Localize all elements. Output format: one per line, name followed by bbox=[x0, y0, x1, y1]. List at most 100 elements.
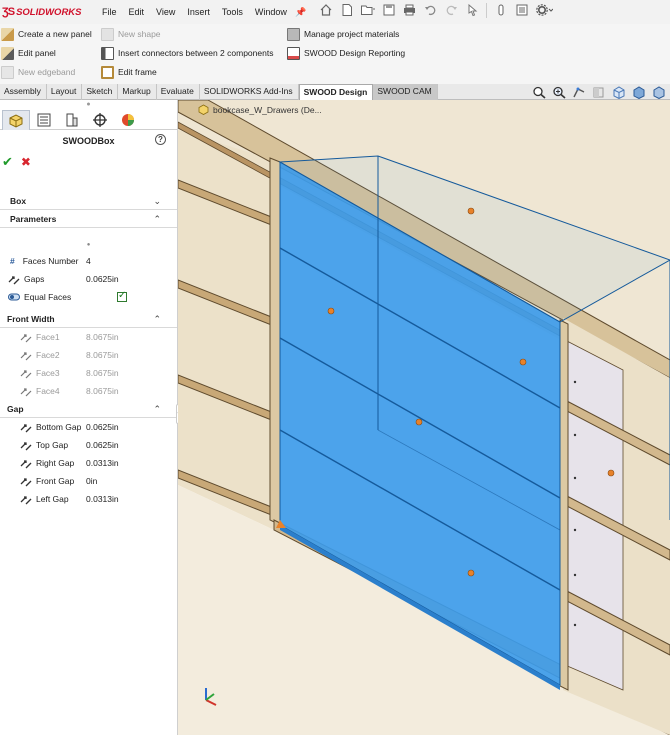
chevron-down-icon: ⌄ bbox=[153, 196, 161, 206]
select-icon[interactable] bbox=[465, 3, 480, 18]
cancel-x-icon[interactable]: ✖ bbox=[21, 155, 31, 169]
tab-swood-cam[interactable]: SWOOD CAM bbox=[373, 84, 438, 100]
graphics-area[interactable]: bookcase_W_Drawers (De... bbox=[178, 100, 670, 735]
tab-markup[interactable]: Markup bbox=[118, 84, 157, 100]
new-edgeband-button[interactable]: New edgeband bbox=[1, 63, 75, 81]
section-view-icon[interactable] bbox=[592, 86, 606, 99]
top-gap-value[interactable]: 0.0625in bbox=[86, 440, 119, 450]
property-manager-panel: ● SWOODBox ? ✔ ✖ Box ⌄ Parameters ⌃ ● # … bbox=[0, 100, 178, 735]
menu-insert[interactable]: Insert bbox=[181, 7, 216, 17]
file-properties-icon[interactable] bbox=[514, 3, 529, 18]
zoom-to-fit-icon[interactable] bbox=[532, 86, 546, 99]
front-width-section-header[interactable]: Front Width ⌃ bbox=[0, 310, 177, 328]
faces-number-value[interactable]: 4 bbox=[86, 256, 91, 266]
solidworks-logo[interactable]: ƷS SOLIDWORKS bbox=[0, 6, 96, 18]
heads-up-view-toolbar bbox=[532, 86, 666, 100]
tab-layout[interactable]: Layout bbox=[47, 84, 83, 100]
previous-view-icon[interactable] bbox=[572, 86, 586, 99]
chevron-up-icon: ⌃ bbox=[153, 314, 161, 324]
design-reporting-label: SWOOD Design Reporting bbox=[304, 48, 406, 58]
dimxpert-manager-tab[interactable] bbox=[86, 110, 114, 130]
gap-section-label: Gap bbox=[7, 403, 24, 414]
options-gear-icon[interactable] bbox=[535, 3, 554, 18]
face3-value[interactable]: 8.0675in bbox=[86, 368, 119, 378]
property-manager-tab[interactable] bbox=[30, 110, 58, 130]
menu-window[interactable]: Window bbox=[249, 7, 293, 17]
rebuild-icon[interactable] bbox=[493, 3, 508, 18]
ds-logo-icon: ƷS bbox=[2, 6, 15, 18]
manage-materials-button[interactable]: Manage project materials bbox=[287, 25, 399, 43]
edit-frame-button[interactable]: Edit frame bbox=[101, 63, 157, 81]
gap-dimension-icon bbox=[20, 475, 32, 487]
ok-cancel-bar: ✔ ✖ bbox=[0, 152, 177, 172]
bottom-gap-value[interactable]: 0.0625in bbox=[86, 422, 119, 432]
new-shape-label: New shape bbox=[118, 29, 161, 39]
gaps-row: Gaps 0.0625in bbox=[0, 270, 177, 288]
face-dimension-icon bbox=[20, 367, 32, 379]
equal-faces-checkbox[interactable] bbox=[117, 290, 127, 302]
configuration-manager-tab[interactable] bbox=[58, 110, 86, 130]
front-width-section-label: Front Width bbox=[7, 313, 55, 324]
front-gap-label: Front Gap bbox=[36, 476, 75, 486]
equal-faces-row: Equal Faces bbox=[0, 288, 177, 306]
insert-connectors-label: Insert connectors between 2 components bbox=[118, 48, 274, 58]
menu-tools[interactable]: Tools bbox=[216, 7, 249, 17]
design-reporting-button[interactable]: SWOOD Design Reporting bbox=[287, 44, 405, 62]
menu-edit[interactable]: Edit bbox=[123, 7, 151, 17]
front-gap-value[interactable]: 0in bbox=[86, 476, 97, 486]
left-gap-label: Left Gap bbox=[36, 494, 69, 504]
gap-dimension-icon bbox=[20, 457, 32, 469]
box-section-label: Box bbox=[10, 195, 27, 206]
face4-row: Face4 8.0675in bbox=[0, 382, 177, 400]
face1-label: Face1 bbox=[36, 332, 60, 342]
edit-panel-button[interactable]: Edit panel bbox=[1, 44, 56, 62]
ok-check-icon[interactable]: ✔ bbox=[2, 154, 13, 170]
insert-connectors-button[interactable]: Insert connectors between 2 components bbox=[101, 44, 273, 62]
parameters-section-header[interactable]: Parameters ⌃ bbox=[0, 210, 177, 228]
create-panel-button[interactable]: Create a new panel bbox=[1, 25, 92, 43]
menu-file[interactable]: File bbox=[96, 7, 123, 17]
home-icon[interactable] bbox=[318, 3, 333, 18]
create-panel-icon bbox=[1, 27, 14, 41]
open-icon[interactable] bbox=[360, 3, 375, 18]
tab-evaluate[interactable]: Evaluate bbox=[157, 84, 200, 100]
gaps-value[interactable]: 0.0625in bbox=[86, 274, 119, 284]
redo-icon[interactable] bbox=[444, 3, 459, 18]
document-tree-label[interactable]: bookcase_W_Drawers (De... bbox=[198, 104, 322, 115]
display-style-icon[interactable] bbox=[632, 86, 646, 100]
right-gap-value[interactable]: 0.0313in bbox=[86, 458, 119, 468]
left-gap-value[interactable]: 0.0313in bbox=[86, 494, 119, 504]
right-gap-label: Right Gap bbox=[36, 458, 75, 468]
feature-manager-tab[interactable] bbox=[2, 110, 30, 130]
main-menu: File Edit View Insert Tools Window bbox=[96, 7, 293, 17]
box-section-header[interactable]: Box ⌄ bbox=[0, 192, 177, 210]
materials-icon bbox=[287, 27, 300, 41]
face1-value[interactable]: 8.0675in bbox=[86, 332, 119, 342]
face2-value[interactable]: 8.0675in bbox=[86, 350, 119, 360]
pin-icon[interactable]: 📌 bbox=[295, 7, 306, 18]
bottom-gap-label: Bottom Gap bbox=[36, 422, 82, 432]
menu-view[interactable]: View bbox=[150, 7, 181, 17]
gap-section-header[interactable]: Gap ⌃ bbox=[0, 400, 177, 418]
undo-icon[interactable] bbox=[423, 3, 438, 18]
bookcase-model bbox=[178, 100, 670, 735]
tab-solidworks-add-ins[interactable]: SOLIDWORKS Add-Ins bbox=[200, 84, 299, 100]
crosshair-icon bbox=[93, 113, 107, 127]
help-icon[interactable]: ? bbox=[155, 134, 166, 145]
faces-number-row: # Faces Number 4 bbox=[0, 252, 177, 270]
tab-sketch[interactable]: Sketch bbox=[82, 84, 119, 100]
tab-assembly[interactable]: Assembly bbox=[0, 84, 47, 100]
hide-show-items-icon[interactable] bbox=[652, 86, 666, 100]
equal-faces-label: Equal Faces bbox=[24, 292, 72, 302]
tab-swood-design[interactable]: SWOOD Design bbox=[298, 84, 374, 100]
new-document-icon[interactable] bbox=[339, 3, 354, 18]
print-icon[interactable] bbox=[402, 3, 417, 18]
face4-label: Face4 bbox=[36, 386, 60, 396]
new-shape-button[interactable]: New shape bbox=[101, 25, 161, 43]
face4-value[interactable]: 8.0675in bbox=[86, 386, 119, 396]
view-orientation-icon[interactable] bbox=[612, 86, 626, 100]
zoom-area-icon[interactable] bbox=[552, 86, 566, 99]
save-icon[interactable] bbox=[381, 3, 396, 18]
display-manager-tab[interactable] bbox=[114, 110, 142, 130]
panel-grip[interactable]: ● bbox=[0, 100, 177, 110]
